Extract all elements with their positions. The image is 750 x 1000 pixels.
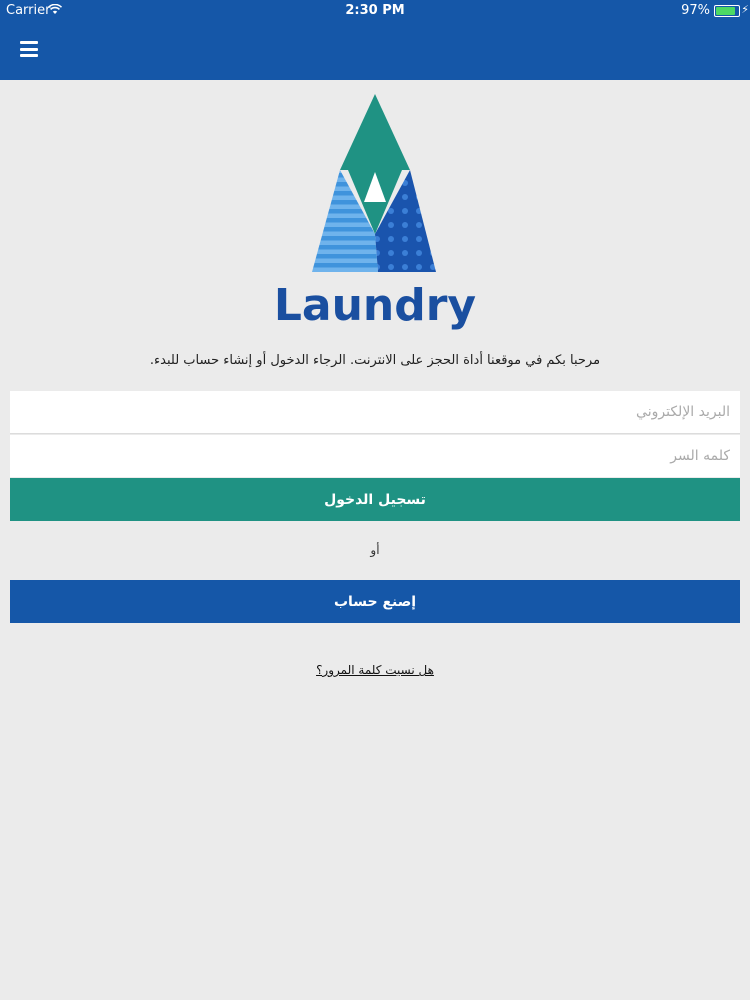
battery-fill (716, 7, 736, 15)
email-field[interactable] (10, 391, 740, 433)
battery-percent: 97% (681, 3, 710, 18)
brand-name: Laundry (273, 280, 477, 331)
hamburger-menu-icon[interactable] (20, 41, 38, 57)
status-bar: Carrier 2:30 PM 97% ⚡ (0, 0, 750, 22)
nav-bar (0, 22, 750, 80)
field-divider (10, 433, 740, 434)
password-field[interactable] (10, 435, 740, 477)
login-button[interactable]: تسجيل الدخول (10, 478, 740, 521)
create-account-button[interactable]: إصنع حساب (10, 580, 740, 623)
welcome-message: مرحبا بكم في موقعنا أداة الحجز على الانت… (149, 353, 601, 368)
forgot-password-link[interactable]: هل نسيت كلمة المرور؟ (0, 663, 750, 677)
clock: 2:30 PM (345, 3, 405, 18)
charging-icon: ⚡ (741, 3, 749, 16)
or-separator: أو (370, 543, 380, 557)
battery-icon (714, 5, 740, 17)
